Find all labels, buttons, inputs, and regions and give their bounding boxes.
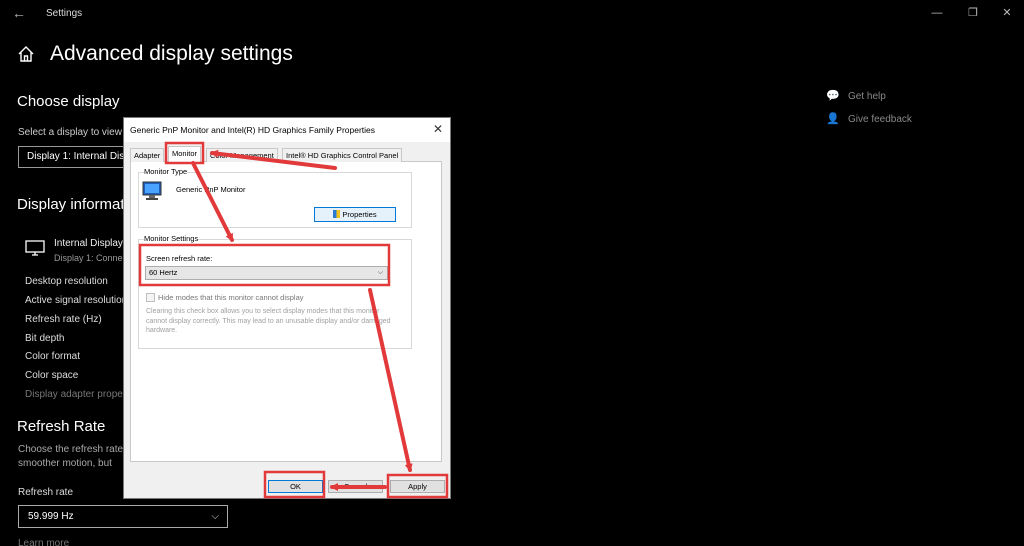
give-feedback-link[interactable]: 👤 Give feedback: [826, 112, 912, 125]
dialog-close-button[interactable]: ✕: [433, 122, 443, 136]
refresh-rate-label: Refresh rate: [18, 487, 74, 498]
give-feedback-label: Give feedback: [848, 114, 912, 125]
screen-refresh-rate-value: 60 Hertz: [149, 268, 178, 277]
info-row-bit-depth: Bit depth: [25, 333, 65, 344]
chevron-down-icon: ⌵: [377, 269, 383, 276]
info-row-color-format: Color format: [25, 351, 81, 362]
monitor-properties-button[interactable]: Properties: [314, 207, 396, 222]
feedback-person-icon: 👤: [826, 113, 840, 125]
tab-intel-control-panel[interactable]: Intel® HD Graphics Control Panel: [282, 148, 403, 162]
refresh-rate-dropdown[interactable]: 59.999 Hz ⌵: [18, 505, 228, 528]
page-title: Advanced display settings: [50, 42, 293, 65]
get-help-link[interactable]: 💬 Get help: [826, 89, 886, 102]
monitor-icon: [25, 240, 45, 256]
tab-adapter[interactable]: Adapter: [130, 148, 165, 162]
monitor-type-name: Generic PnP Monitor: [176, 185, 246, 194]
monitor-name: Internal Display: [54, 238, 123, 249]
close-window-button[interactable]: ✕: [1000, 6, 1014, 20]
select-display-label: Select a display to view: [18, 127, 122, 138]
monitor-properties-dialog: Generic PnP Monitor and Intel(R) HD Grap…: [123, 117, 451, 499]
title-bar: ← Settings — ❐ ✕: [0, 0, 1024, 28]
monitor-device-icon: [142, 181, 162, 200]
cancel-button[interactable]: Cancel: [328, 480, 383, 493]
display-dropdown[interactable]: Display 1: Internal Display: [18, 146, 128, 168]
screen-refresh-rate-dropdown[interactable]: 60 Hertz ⌵: [145, 266, 388, 280]
dialog-tab-strip: Adapter Monitor Color Management Intel® …: [130, 146, 442, 163]
dialog-title: Generic PnP Monitor and Intel(R) HD Grap…: [130, 125, 376, 135]
info-row-active-signal: Active signal resolution: [25, 295, 128, 306]
tab-monitor[interactable]: Monitor: [168, 146, 202, 163]
back-arrow-icon[interactable]: ←: [12, 5, 26, 21]
app-title: Settings: [46, 8, 83, 19]
monitor-settings-label: Monitor Settings: [144, 234, 199, 243]
info-row-color-space: Color space: [25, 370, 79, 381]
monitor-type-label: Monitor Type: [144, 167, 188, 176]
refresh-rate-value: 59.999 Hz: [28, 511, 74, 522]
tab-color-management[interactable]: Color Management: [206, 148, 278, 162]
chat-help-icon: 💬: [826, 90, 840, 102]
hide-modes-warning: Clearing this check box allows you to se…: [146, 308, 391, 334]
info-row-desktop-resolution: Desktop resolution: [25, 276, 108, 287]
refresh-rate-desc-1: Choose the refresh rate: [18, 444, 124, 455]
info-row-refresh-rate: Refresh rate (Hz): [25, 314, 102, 325]
maximize-button[interactable]: ❐: [966, 6, 980, 20]
minimize-button[interactable]: —: [930, 6, 944, 20]
apply-button[interactable]: Apply: [390, 480, 445, 493]
uac-shield-icon: [333, 210, 341, 218]
learn-more-link[interactable]: Learn more: [18, 538, 69, 546]
hide-modes-label: Hide modes that this monitor cannot disp…: [158, 293, 304, 302]
hide-modes-checkbox[interactable]: [146, 293, 155, 302]
choose-display-heading: Choose display: [17, 93, 120, 110]
screen-refresh-rate-label: Screen refresh rate:: [146, 254, 213, 263]
ok-button[interactable]: OK: [268, 480, 323, 493]
dialog-title-bar: Generic PnP Monitor and Intel(R) HD Grap…: [124, 118, 450, 142]
monitor-properties-label: Properties: [342, 210, 377, 219]
chevron-down-icon: ⌵: [211, 511, 219, 522]
refresh-rate-desc-2: smoother motion, but: [18, 458, 112, 469]
home-icon[interactable]: [17, 45, 35, 63]
refresh-rate-heading: Refresh Rate: [17, 418, 106, 435]
get-help-label: Get help: [848, 91, 886, 102]
